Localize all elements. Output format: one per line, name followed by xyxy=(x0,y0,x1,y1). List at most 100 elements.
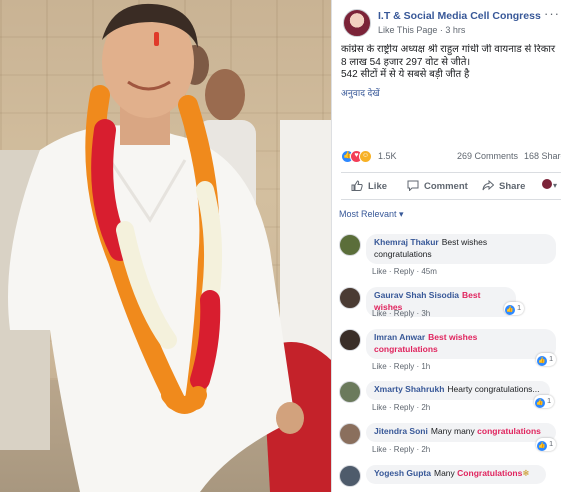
post-time[interactable]: 3 hrs xyxy=(445,25,465,35)
comment-time[interactable]: 45m xyxy=(421,267,437,276)
comment-meta: Like · Reply · 1h xyxy=(372,362,431,371)
commenter-avatar[interactable] xyxy=(339,465,361,487)
page-name-link[interactable]: I.T & Social Media Cell Congress xyxy=(378,10,541,22)
commenter-name[interactable]: Xmarty Shahrukh xyxy=(374,384,444,394)
post-header: I.T & Social Media Cell Congress Like Th… xyxy=(340,6,561,40)
comment-text: Congratulations xyxy=(457,468,523,478)
share-arrow-icon xyxy=(482,180,494,191)
post-text: कांग्रेस के राष्ट्रीय अध्यक्ष श्री राहुल… xyxy=(341,44,561,82)
comment-reply-link[interactable]: Reply xyxy=(394,309,414,318)
see-translation-link[interactable]: अनुवाद देखें xyxy=(341,86,380,99)
commenter-avatar[interactable] xyxy=(339,234,361,256)
comment-bubble: Jitendra Soni Many many congratulations xyxy=(366,423,556,442)
comment-text: Best wishes xyxy=(428,332,478,342)
like-icon: 👍 xyxy=(537,356,547,366)
comment-text: congratulations xyxy=(374,343,438,354)
commenter-name[interactable]: Yogesh Gupta xyxy=(374,468,431,478)
comment-meta: Like · Reply · 2h xyxy=(372,403,431,412)
comment-time[interactable]: 1h xyxy=(421,362,430,371)
comment-like-count: 1 xyxy=(517,303,522,312)
comment-reply-link[interactable]: Reply xyxy=(394,362,414,371)
reaction-count[interactable]: 1.5K xyxy=(378,151,397,161)
comment-count[interactable]: 269 Comments xyxy=(457,151,518,161)
garland-right-red xyxy=(190,290,221,390)
comment-like-badge[interactable]: 👍 1 xyxy=(504,302,525,315)
post-photo[interactable] xyxy=(0,0,331,492)
comment-icon xyxy=(407,180,419,191)
post-text-line: कांग्रेस के राष्ट्रीय अध्यक्ष श्री राहुल… xyxy=(341,44,556,55)
post-panel: I.T & Social Media Cell Congress Like Th… xyxy=(331,0,561,492)
comment-item: Imran Anwar Best wishes congratulations 👍… xyxy=(339,329,561,375)
garland-bottom xyxy=(161,386,207,414)
comment-label: Comment xyxy=(424,181,468,192)
comment-text: Hearty congratulations... xyxy=(447,384,540,394)
comment-like-count: 1 xyxy=(549,439,554,448)
garland-right-white xyxy=(196,181,223,309)
commenter-avatar[interactable] xyxy=(339,329,361,351)
tilak-mark xyxy=(154,32,159,46)
comment-meta: Like · Reply · 2h xyxy=(372,445,431,454)
like-button[interactable]: Like xyxy=(351,180,387,192)
post-subline: Like This Page · 3 hrs xyxy=(378,25,465,35)
post-text-line: 542 सीटों में से ये सबसे बड़ी जीत है xyxy=(341,69,470,80)
comment-bubble: Khemraj Thakur Best wishes congratulation… xyxy=(366,234,556,264)
like-icon: 👍 xyxy=(535,398,545,408)
page-avatar[interactable] xyxy=(343,9,371,37)
comment-meta: Like · Reply · 3h xyxy=(372,309,431,318)
comment-meta: Like · Reply · 45m xyxy=(372,267,437,276)
comment-like-badge[interactable]: 👍 1 xyxy=(536,353,557,366)
reaction-picker[interactable]: ▾ xyxy=(542,179,557,191)
comment-item: Jitendra Soni Many many congratulations 👍… xyxy=(339,423,561,463)
comment-item: Yogesh Gupta Many Congratulations❄ xyxy=(339,465,561,492)
comment-bubble: Yogesh Gupta Many Congratulations❄ xyxy=(366,465,546,484)
comment-like-count: 1 xyxy=(547,396,552,405)
comment-like-link[interactable]: Like xyxy=(372,309,387,318)
bg-person-head xyxy=(205,69,245,121)
comment-text: Many many xyxy=(430,426,475,436)
comment-text: Best wishes xyxy=(441,237,488,247)
commenter-name[interactable]: Khemraj Thakur xyxy=(374,237,439,247)
comment-like-badge[interactable]: 👍 1 xyxy=(536,438,557,451)
like-label: Like xyxy=(368,181,388,192)
commenter-avatar[interactable] xyxy=(339,423,361,445)
comment-time[interactable]: 3h xyxy=(421,309,430,318)
comment-text: congratulations xyxy=(374,248,432,259)
comment-bubble: Imran Anwar Best wishes congratulations xyxy=(366,329,556,359)
comment-like-link[interactable]: Like xyxy=(372,403,387,412)
comment-filter-dropdown[interactable]: Most Relevant ▾ xyxy=(339,209,404,220)
comment-like-link[interactable]: Like xyxy=(372,362,387,371)
post-action-bar: Like Comment Share ▾ xyxy=(341,172,561,200)
commenter-name[interactable]: Jitendra Soni xyxy=(374,426,428,436)
comment-reply-link[interactable]: Reply xyxy=(394,403,414,412)
comment-time[interactable]: 2h xyxy=(421,445,430,454)
main-person-hand xyxy=(276,402,304,434)
commenter-avatar[interactable] xyxy=(339,381,361,403)
comment-button[interactable]: Comment xyxy=(407,180,468,192)
reaction-icons[interactable]: 👍 ♥ ☺ xyxy=(341,149,377,163)
picker-chevron-icon: ▾ xyxy=(553,181,558,190)
commenter-name[interactable]: Gaurav Shah Sisodia xyxy=(374,290,459,300)
share-label: Share xyxy=(499,181,526,192)
share-count[interactable]: 168 Shares xyxy=(524,151,561,161)
more-options-icon[interactable]: ··· xyxy=(544,6,560,21)
user-avatar-small xyxy=(542,179,552,189)
like-icon: 👍 xyxy=(537,441,547,451)
like-this-page-link[interactable]: Like This Page xyxy=(378,25,437,35)
comment-reply-link[interactable]: Reply xyxy=(394,445,414,454)
share-button[interactable]: Share xyxy=(482,180,525,192)
commenter-name[interactable]: Imran Anwar xyxy=(374,332,425,342)
reactions-bar: 👍 ♥ ☺ 1.5K 269 Comments 168 Shares xyxy=(341,149,561,165)
comment-like-link[interactable]: Like xyxy=(372,267,387,276)
post-text-line: 8 लाख 54 हजार 297 वोट से जीते। xyxy=(341,56,471,68)
commenter-avatar[interactable] xyxy=(339,287,361,309)
comment-like-count: 1 xyxy=(549,354,554,363)
comment-text: congratulations xyxy=(477,426,541,436)
haha-icon: ☺ xyxy=(359,150,372,163)
comment-like-badge[interactable]: 👍 1 xyxy=(534,395,555,408)
photo-illustration xyxy=(0,3,331,492)
comment-like-link[interactable]: Like xyxy=(372,445,387,454)
like-icon: 👍 xyxy=(505,305,515,315)
clapping-hands-icon: ❄ xyxy=(522,468,530,478)
comment-reply-link[interactable]: Reply xyxy=(394,267,414,276)
comment-time[interactable]: 2h xyxy=(421,403,430,412)
